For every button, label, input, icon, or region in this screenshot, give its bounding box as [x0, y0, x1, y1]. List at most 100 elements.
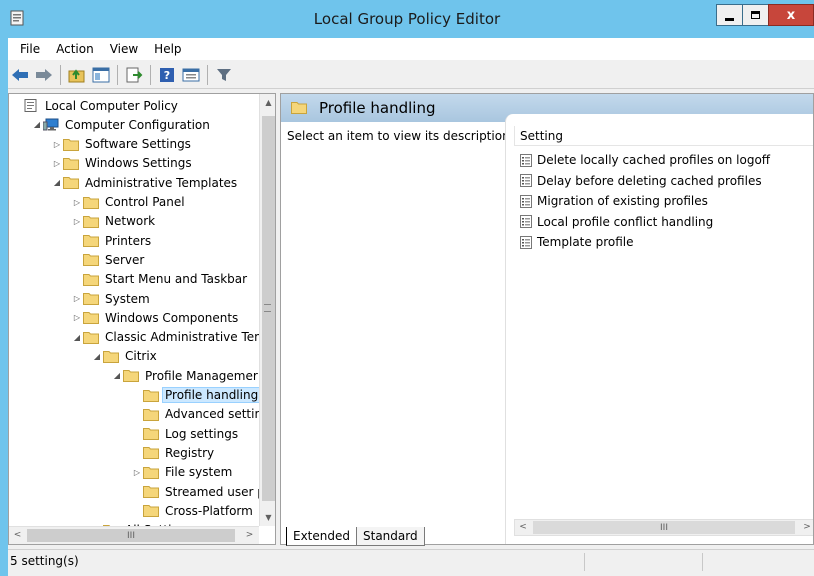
- tree-item[interactable]: ◢ Classic Administrative Tem: [71, 328, 259, 347]
- scroll-grip-icon: III: [660, 522, 668, 533]
- expand-arrow-icon[interactable]: ▷: [131, 468, 143, 477]
- tree-item[interactable]: ▷ Windows Components: [71, 308, 238, 327]
- policy-icon: [23, 99, 39, 112]
- folder-icon: [123, 369, 139, 383]
- expand-arrow-icon[interactable]: ▷: [71, 217, 83, 226]
- back-arrow-icon: [12, 68, 28, 81]
- tree-item[interactable]: Start Menu and Taskbar: [71, 270, 247, 289]
- settings-horizontal-scrollbar[interactable]: < III >: [514, 519, 813, 536]
- tree-item-label: Server: [105, 252, 145, 267]
- close-button[interactable]: x: [768, 4, 814, 26]
- app-window: Local Group Policy Editor x File Action …: [0, 0, 814, 576]
- scroll-down-arrow-icon[interactable]: ▼: [260, 509, 275, 526]
- forward-button[interactable]: [34, 65, 54, 85]
- expand-arrow-icon[interactable]: ▷: [71, 294, 83, 303]
- expand-arrow-icon[interactable]: ▷: [51, 140, 63, 149]
- folder-icon: [83, 331, 99, 344]
- forward-arrow-icon: [36, 68, 52, 81]
- tree-item[interactable]: Cross-Platform: [131, 501, 253, 520]
- tree-vertical-scrollbar[interactable]: ▲ ▼: [259, 94, 275, 526]
- menu-help[interactable]: Help: [146, 38, 189, 60]
- folder-icon: [63, 157, 79, 170]
- expand-arrow-icon[interactable]: ▷: [71, 198, 83, 207]
- tree-item[interactable]: ▷ Control Panel: [71, 193, 185, 212]
- minimize-button[interactable]: [716, 4, 743, 26]
- expand-arrow-icon[interactable]: ▷: [51, 159, 63, 168]
- tree-item[interactable]: ◢ Profile Managemer: [111, 366, 258, 385]
- menu-file[interactable]: File: [12, 38, 48, 60]
- setting-row[interactable]: Migration of existing profiles: [520, 191, 708, 211]
- column-header-setting[interactable]: Setting: [514, 126, 813, 146]
- show-hide-tree-button[interactable]: [91, 65, 111, 85]
- svg-text:?: ?: [164, 69, 170, 82]
- setting-row[interactable]: Delay before deleting cached profiles: [520, 171, 762, 191]
- folder-icon: [83, 253, 99, 267]
- setting-label: Delete locally cached profiles on logoff: [537, 153, 771, 167]
- toolbar: ?: [8, 61, 814, 89]
- collapse-arrow-icon[interactable]: ◢: [71, 333, 83, 342]
- tree-item[interactable]: ▷ System: [71, 289, 150, 308]
- tree-item[interactable]: ▷ File system: [131, 463, 232, 482]
- description-text: Select an item to view its description.: [287, 129, 514, 143]
- tree-item[interactable]: Server: [71, 250, 144, 269]
- setting-label: Delay before deleting cached profiles: [537, 173, 762, 188]
- folder-icon: [63, 176, 79, 190]
- tree-item[interactable]: Streamed user p: [131, 482, 259, 501]
- column-header-label: Setting: [520, 129, 563, 143]
- tree-item[interactable]: Local Computer Policy: [11, 96, 178, 115]
- tree-item-label: Cross-Platform: [165, 503, 253, 518]
- tree-item-label: Advanced settir: [165, 407, 259, 422]
- filter-button[interactable]: [214, 65, 234, 85]
- scroll-thumb[interactable]: III: [533, 521, 795, 534]
- computer-icon: [42, 118, 59, 131]
- tree-item[interactable]: ◢ Computer Configuration: [31, 115, 210, 134]
- tab-standard[interactable]: Standard: [356, 527, 425, 546]
- client-area: File Action View Help ? Local Computer P…: [8, 38, 814, 576]
- folder-icon: [143, 446, 159, 460]
- menu-view[interactable]: View: [102, 38, 146, 60]
- tree-item[interactable]: Log settings: [131, 424, 238, 443]
- tree-item-label: Profile Managemer: [145, 368, 258, 383]
- tree-item[interactable]: Profile handling: [131, 386, 259, 405]
- tree-item[interactable]: Printers: [71, 231, 151, 250]
- tree-item[interactable]: ◢ Administrative Templates: [51, 173, 237, 192]
- menu-action[interactable]: Action: [48, 38, 102, 60]
- tree-item[interactable]: Advanced settir: [131, 405, 259, 424]
- scroll-thumb[interactable]: III: [27, 529, 235, 542]
- tab-extended[interactable]: Extended: [286, 527, 357, 546]
- scroll-right-arrow-icon[interactable]: >: [241, 527, 258, 544]
- properties-button[interactable]: [181, 65, 201, 85]
- tree-item[interactable]: ▷ Network: [71, 212, 155, 231]
- scroll-left-arrow-icon[interactable]: <: [515, 520, 531, 535]
- folder-icon: [83, 234, 99, 248]
- export-list-button[interactable]: [124, 65, 144, 85]
- folder-icon: [83, 292, 99, 305]
- scroll-left-arrow-icon[interactable]: <: [9, 527, 26, 544]
- collapse-arrow-icon[interactable]: ◢: [91, 352, 103, 361]
- tree-horizontal-scrollbar[interactable]: < III >: [9, 526, 259, 544]
- tree-item[interactable]: ▷ Windows Settings: [51, 154, 192, 173]
- title-bar[interactable]: Local Group Policy Editor x: [0, 0, 814, 38]
- setting-row[interactable]: Template profile: [520, 232, 633, 252]
- tree-item-label: Administrative Templates: [85, 175, 238, 190]
- collapse-arrow-icon[interactable]: ◢: [111, 371, 123, 380]
- setting-row[interactable]: Local profile conflict handling: [520, 212, 713, 232]
- back-button[interactable]: [10, 65, 30, 85]
- setting-row[interactable]: Delete locally cached profiles on logoff: [520, 150, 770, 170]
- maximize-button[interactable]: [742, 4, 769, 26]
- console-tree: Local Computer Policy ◢ Computer Configura…: [9, 94, 259, 526]
- up-one-level-button[interactable]: [67, 65, 87, 85]
- expand-arrow-icon[interactable]: ▷: [71, 313, 83, 322]
- tree-item[interactable]: Registry: [131, 443, 214, 462]
- collapse-arrow-icon[interactable]: ◢: [51, 178, 63, 187]
- tree-item[interactable]: ▷ Software Settings: [51, 135, 191, 154]
- scroll-right-arrow-icon[interactable]: >: [799, 520, 813, 535]
- help-button[interactable]: ?: [157, 65, 177, 85]
- folder-icon: [83, 273, 99, 286]
- folder-icon: [83, 311, 99, 325]
- export-list-icon: [126, 67, 143, 82]
- tree-item[interactable]: ◢ Citrix: [91, 347, 157, 366]
- scroll-up-arrow-icon[interactable]: ▲: [260, 94, 275, 111]
- collapse-arrow-icon[interactable]: ◢: [31, 120, 43, 129]
- policy-setting-icon: [520, 215, 532, 228]
